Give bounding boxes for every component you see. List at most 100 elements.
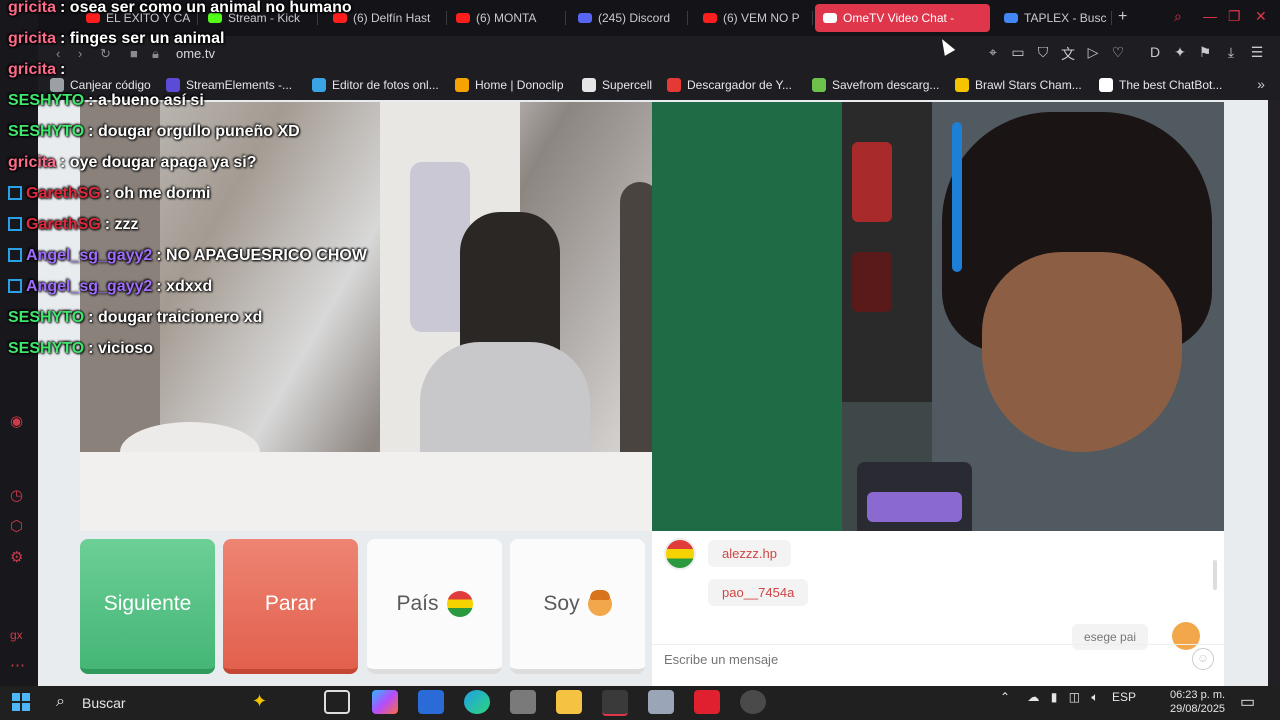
- url-field[interactable]: ome.tv: [176, 46, 215, 61]
- chat-badge-icon: [8, 279, 22, 293]
- message-input[interactable]: [662, 651, 1186, 668]
- browser-tab[interactable]: (6) MONTA: [448, 4, 566, 32]
- heart-icon[interactable]: ♡: [1109, 44, 1127, 62]
- chat-username: gricita: [8, 0, 57, 16]
- bookmark-item[interactable]: Brawl Stars Cham...: [955, 78, 1082, 92]
- chat-text: :: [60, 61, 66, 78]
- page-scrollbar[interactable]: [1268, 100, 1280, 686]
- search-label: Buscar: [82, 695, 126, 711]
- bookmark-item[interactable]: Supercell: [582, 78, 652, 92]
- chat-text: : xdxxd: [156, 278, 213, 295]
- translate-icon[interactable]: 文: [1059, 44, 1077, 62]
- tray-chevron-icon[interactable]: ⌃: [1000, 690, 1010, 704]
- extension-d-icon[interactable]: D: [1146, 44, 1164, 62]
- sidebar-extensions-icon[interactable]: ⬡: [10, 517, 23, 535]
- minimize-button[interactable]: —: [1203, 8, 1217, 24]
- shield-icon[interactable]: ⛉: [1034, 44, 1052, 62]
- app-icon[interactable]: [510, 690, 536, 714]
- tray-network-icon[interactable]: ☁: [1027, 690, 1039, 704]
- task-view-icon[interactable]: [324, 690, 350, 714]
- browser-tab[interactable]: TAPLEX - Busc: [996, 4, 1112, 32]
- chat-message: pao__7454a: [708, 579, 809, 606]
- bookmark-item[interactable]: StreamElements -...: [166, 78, 292, 92]
- notifications-icon[interactable]: ▭: [1240, 692, 1255, 712]
- emoji-icon[interactable]: ☺: [1192, 648, 1214, 670]
- sidebar-history-icon[interactable]: ◷: [10, 486, 23, 504]
- tab-label: TAPLEX - Busc: [1024, 11, 1107, 25]
- bookmark-icon: [1099, 78, 1113, 92]
- edge-icon[interactable]: [464, 690, 490, 714]
- lock-badge-icon[interactable]: ⚑: [1196, 44, 1214, 62]
- bookmark-icon: [455, 78, 469, 92]
- taskbar-clock[interactable]: 06:23 p. m. 29/08/2025: [1170, 688, 1225, 716]
- system-tray[interactable]: ⌃ ☁ ▮ ◫ 🔈︎ ESP: [1000, 690, 1136, 705]
- forward-icon[interactable]: ›: [78, 46, 82, 61]
- opera-gx-icon[interactable]: [602, 690, 628, 716]
- lock-icon[interactable]: 🔒︎: [152, 46, 159, 62]
- bookmark-item[interactable]: The best ChatBot...: [1099, 78, 1222, 92]
- chat-badge-icon: [8, 217, 22, 231]
- bookmark-icon: [812, 78, 826, 92]
- taskbar-search[interactable]: ⌕ Buscar ✦: [52, 690, 312, 716]
- chat-text: : zzz: [104, 216, 139, 233]
- message-input-area: [652, 644, 1224, 674]
- new-tab-button[interactable]: +: [1118, 8, 1127, 26]
- reload-icon[interactable]: ↻: [100, 46, 111, 62]
- store-icon[interactable]: [418, 690, 444, 714]
- bookmark-label: Canjear código: [70, 78, 151, 92]
- pin-icon[interactable]: ⌖: [984, 44, 1002, 62]
- stream-chat-line: SESHYTO: dougar orgullo puneño XD: [8, 123, 300, 141]
- browser-tab[interactable]: (6) VEM NO P: [695, 4, 813, 32]
- chat-text: : dougar traicionero xd: [88, 309, 263, 326]
- tray-volume-icon[interactable]: 🔈︎: [1091, 690, 1098, 704]
- maximize-button[interactable]: ❐: [1228, 8, 1241, 25]
- bookmark-label: Home | Donoclip: [475, 78, 564, 92]
- bookmark-icon: [50, 78, 64, 92]
- tab-separator: [565, 11, 566, 25]
- bookmark-label: Brawl Stars Cham...: [975, 78, 1082, 92]
- gender-button[interactable]: Soy: [510, 539, 645, 674]
- bookmark-icon: [667, 78, 681, 92]
- tray-wifi-icon[interactable]: ◫: [1069, 690, 1080, 704]
- browser-tab[interactable]: (245) Discord: [570, 4, 688, 32]
- download-icon[interactable]: ⤓: [1222, 44, 1240, 62]
- menu-icon[interactable]: ☰: [1248, 44, 1266, 62]
- camera-icon[interactable]: ■: [130, 46, 138, 61]
- play-icon[interactable]: ▷: [1084, 44, 1102, 62]
- close-window-button[interactable]: ✕: [1255, 8, 1267, 25]
- next-button[interactable]: Siguiente: [80, 539, 215, 674]
- bookmark-item[interactable]: Canjear código: [50, 78, 151, 92]
- country-button[interactable]: País: [367, 539, 502, 674]
- sparkle-icon: ✦: [252, 691, 268, 711]
- tab-label: (245) Discord: [598, 11, 671, 25]
- bookmark-item[interactable]: Descargador de Y...: [667, 78, 792, 92]
- sidebar-more-icon[interactable]: ⋯: [10, 656, 25, 674]
- wps-icon[interactable]: [694, 690, 720, 714]
- chat-message: alezzz.hp: [708, 540, 791, 567]
- more-bookmarks-icon[interactable]: »: [1252, 76, 1270, 94]
- bookmark-item[interactable]: Savefrom descarg...: [812, 78, 939, 92]
- chat-scrollbar[interactable]: [1213, 560, 1217, 590]
- bookmark-item[interactable]: Editor de fotos onl...: [312, 78, 439, 92]
- sidebar-settings-icon[interactable]: ⚙: [10, 548, 23, 566]
- search-tabs-icon[interactable]: ⌕: [1174, 8, 1182, 25]
- controller-icon[interactable]: [648, 690, 674, 714]
- obs-icon[interactable]: [740, 690, 766, 714]
- stop-button[interactable]: Parar: [223, 539, 358, 674]
- tab-separator: [446, 11, 447, 25]
- file-explorer-icon[interactable]: [556, 690, 582, 714]
- puzzle-icon[interactable]: ✦: [1171, 44, 1189, 62]
- windows-start-icon[interactable]: [12, 693, 30, 711]
- bookmark-icon: [582, 78, 596, 92]
- browser-tab[interactable]: OmeTV Video Chat -: [815, 4, 990, 32]
- bookmark-item[interactable]: Home | Donoclip: [455, 78, 564, 92]
- back-icon[interactable]: ‹: [56, 46, 60, 61]
- stream-chat-line: GarethSG: zzz: [8, 216, 138, 234]
- sidebar-record-icon[interactable]: ◉: [10, 412, 23, 430]
- screenshot-icon[interactable]: ▭: [1009, 44, 1027, 62]
- sidebar-gx-icon[interactable]: gx: [10, 628, 23, 642]
- tray-language[interactable]: ESP: [1112, 690, 1136, 704]
- tab-separator: [1111, 11, 1112, 25]
- tray-battery-icon[interactable]: ▮: [1051, 690, 1058, 704]
- copilot-icon[interactable]: [372, 690, 398, 714]
